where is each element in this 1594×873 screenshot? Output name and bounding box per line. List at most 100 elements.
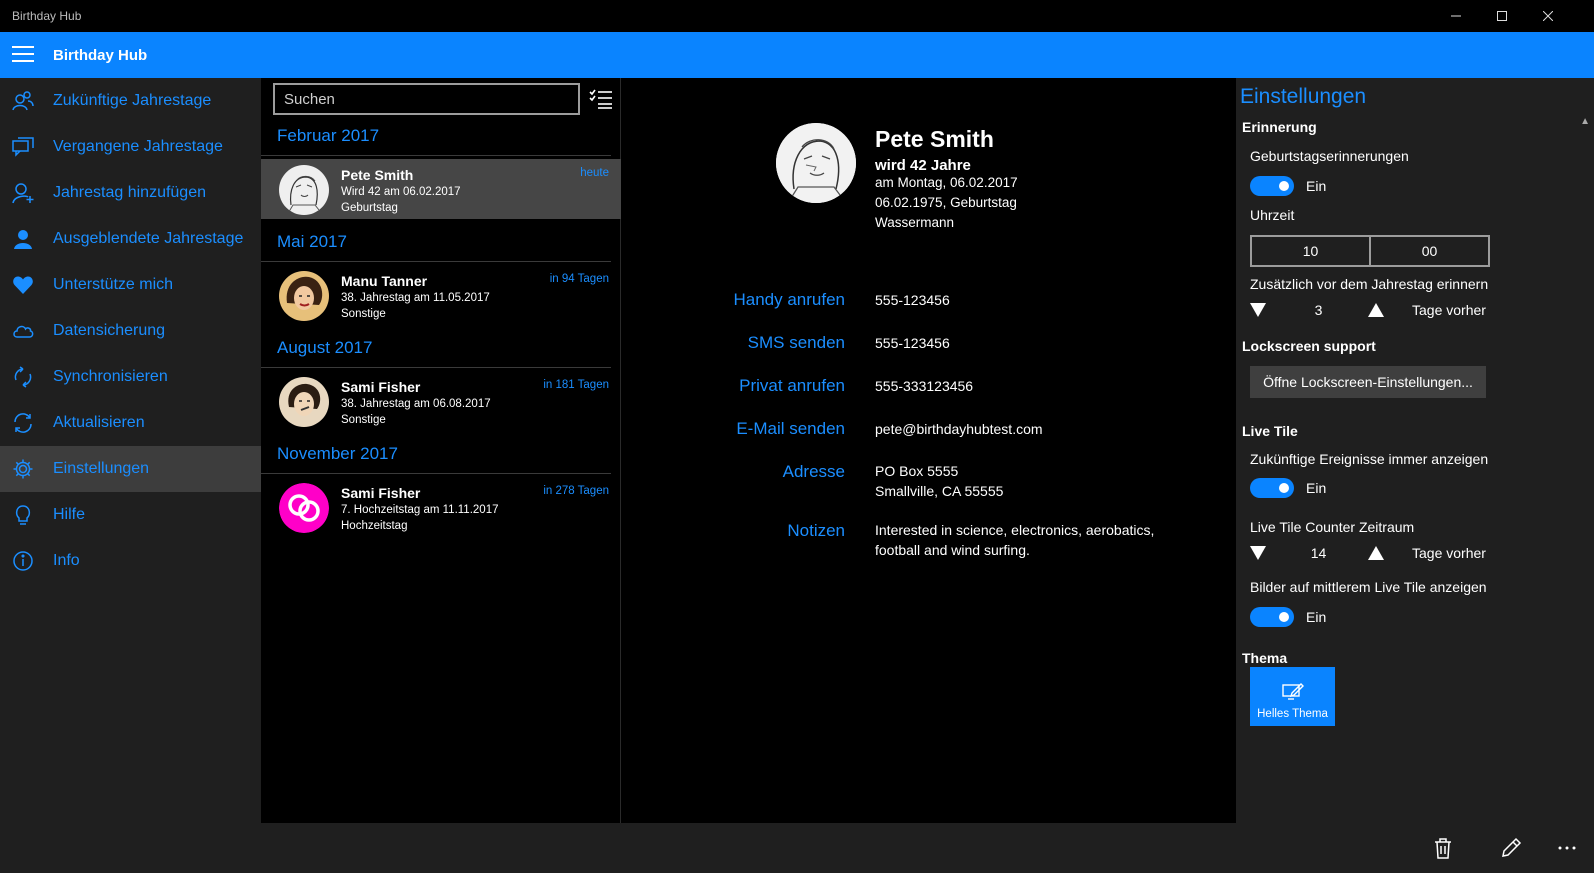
minimize-button[interactable]: [1433, 0, 1479, 32]
reminder-heading: Erinnerung: [1242, 119, 1317, 135]
entry-type: Sonstige: [341, 308, 386, 320]
nav-label: Aktualisieren: [53, 414, 145, 431]
nav-item-settings[interactable]: Einstellungen: [0, 446, 261, 492]
minute-field[interactable]: 00: [1369, 237, 1488, 265]
anniversary-list: Februar 2017 Pete Smith Wird 42 am 06.02…: [261, 78, 621, 823]
nav-item-info[interactable]: Info: [0, 538, 261, 584]
sync-icon: [12, 366, 34, 388]
nav-label: Unterstütze mich: [53, 276, 174, 293]
address-line-1: PO Box 5555: [875, 463, 959, 479]
entry-days: in 94 Tagen: [549, 273, 609, 285]
heart-icon: [12, 274, 34, 296]
nav-item-hidden[interactable]: Ausgeblendete Jahrestage: [0, 216, 261, 262]
month-header: August 2017: [277, 338, 373, 357]
entry-name: Manu Tanner: [341, 273, 428, 289]
hamburger-icon[interactable]: [12, 46, 34, 64]
nav-label: Hilfe: [53, 506, 86, 523]
entry-type: Sonstige: [341, 414, 386, 426]
chat-icon: [12, 136, 34, 158]
divider: [261, 261, 611, 262]
nav-item-add[interactable]: Jahrestag hinzufügen: [0, 170, 261, 216]
divider: [261, 473, 611, 474]
notes-label: Notizen: [787, 521, 845, 540]
nav-item-past[interactable]: Vergangene Jahrestage: [0, 124, 261, 170]
nav-item-backup[interactable]: Datensicherung: [0, 308, 261, 354]
decrease-icon[interactable]: [1250, 303, 1266, 317]
send-email-link[interactable]: E-Mail senden: [736, 419, 845, 439]
cloud-icon: [12, 320, 34, 342]
edit-theme-icon: [1282, 683, 1304, 700]
nav-label: Zukünftige Jahrestage: [53, 92, 212, 109]
tile-images-toggle[interactable]: [1250, 607, 1294, 627]
title-bar: Birthday Hub: [0, 0, 1594, 32]
nav-label: Einstellungen: [53, 460, 150, 477]
avatar: [279, 271, 329, 321]
sms-value: 555-123456: [875, 335, 950, 351]
minimize-icon: [1451, 15, 1461, 17]
nav-label: Vergangene Jahrestage: [53, 138, 223, 155]
list-item[interactable]: Sami Fisher 7. Hochzeitstag am 11.11.201…: [261, 477, 621, 537]
nav-item-sync[interactable]: Synchronisieren: [0, 354, 261, 400]
nav-item-help[interactable]: Hilfe: [0, 492, 261, 538]
person-icon: [12, 228, 34, 250]
more-icon[interactable]: [1552, 834, 1582, 862]
list-item[interactable]: Manu Tanner 38. Jahrestag am 11.05.2017 …: [261, 265, 621, 325]
pencil-icon[interactable]: [1496, 834, 1526, 862]
contact-birth: 06.02.1975, Geburtstag: [875, 195, 1017, 210]
increase-icon[interactable]: [1368, 303, 1384, 317]
extra-days-value: 3: [1314, 302, 1323, 318]
multi-select-icon[interactable]: [589, 88, 613, 110]
entry-type: Hochzeitstag: [341, 520, 408, 532]
theme-heading: Thema: [1242, 650, 1288, 666]
future-events-label: Zukünftige Ereignisse immer anzeigen: [1250, 451, 1489, 467]
birthday-reminders-toggle[interactable]: [1250, 176, 1294, 196]
extra-days-stepper: 3 Tage vorher: [1250, 300, 1520, 324]
contact-date: am Montag, 06.02.2017: [875, 175, 1018, 190]
entry-days: heute: [580, 167, 609, 179]
mobile-value: 555-123456: [875, 292, 950, 308]
entry-date: 7. Hochzeitstag am 11.11.2017: [341, 504, 499, 516]
close-button[interactable]: [1525, 0, 1571, 32]
trash-icon[interactable]: [1428, 834, 1458, 862]
decrease-icon[interactable]: [1250, 546, 1266, 560]
list-item[interactable]: Sami Fisher 38. Jahrestag am 06.08.2017 …: [261, 371, 621, 431]
maximize-button[interactable]: [1479, 0, 1525, 32]
toggle-state: Ein: [1306, 178, 1327, 194]
contact-age: wird 42 Jahre: [875, 157, 971, 174]
search-input[interactable]: [273, 83, 580, 115]
entry-date: 38. Jahrestag am 11.05.2017: [341, 292, 490, 304]
extra-reminder-label: Zusätzlich vor dem Jahrestag erinnern: [1250, 276, 1489, 292]
future-events-toggle[interactable]: [1250, 478, 1294, 498]
month-header: Mai 2017: [277, 232, 347, 251]
time-label: Uhrzeit: [1250, 207, 1295, 223]
entry-name: Sami Fisher: [341, 379, 421, 395]
hour-field[interactable]: 10: [1252, 237, 1369, 265]
nav-item-future[interactable]: Zukünftige Jahrestage: [0, 78, 261, 124]
time-picker[interactable]: 10 00: [1250, 235, 1490, 267]
address-link[interactable]: Adresse: [783, 462, 845, 482]
entry-date: Wird 42 am 06.02.2017: [341, 186, 461, 198]
home-value: 555-333123456: [875, 378, 974, 394]
lightbulb-icon: [12, 504, 34, 526]
open-lockscreen-settings-button[interactable]: Öffne Lockscreen-Einstellungen...: [1250, 366, 1486, 398]
light-theme-tile[interactable]: Helles Thema: [1250, 667, 1335, 726]
nav-item-refresh[interactable]: Aktualisieren: [0, 400, 261, 446]
contact-sign: Wassermann: [875, 215, 955, 230]
nav-label: Ausgeblendete Jahrestage: [53, 230, 244, 247]
scroll-up-icon[interactable]: ▲: [1580, 116, 1590, 127]
counter-days-unit: Tage vorher: [1412, 545, 1486, 561]
nav-item-support[interactable]: Unterstütze mich: [0, 262, 261, 308]
command-bar: [0, 823, 1594, 873]
info-icon: [12, 550, 34, 572]
live-tile-heading: Live Tile: [1242, 423, 1298, 439]
list-item[interactable]: Pete Smith Wird 42 am 06.02.2017 Geburts…: [261, 159, 621, 219]
call-mobile-link[interactable]: Handy anrufen: [733, 290, 845, 310]
contact-name: Pete Smith: [875, 126, 994, 152]
settings-title: Einstellungen: [1240, 85, 1367, 108]
nav-label: Synchronisieren: [53, 368, 168, 385]
nav-label: Info: [53, 552, 80, 569]
call-home-link[interactable]: Privat anrufen: [739, 376, 845, 396]
increase-icon[interactable]: [1368, 546, 1384, 560]
send-sms-link[interactable]: SMS senden: [748, 333, 845, 353]
entry-name: Pete Smith: [341, 167, 414, 183]
